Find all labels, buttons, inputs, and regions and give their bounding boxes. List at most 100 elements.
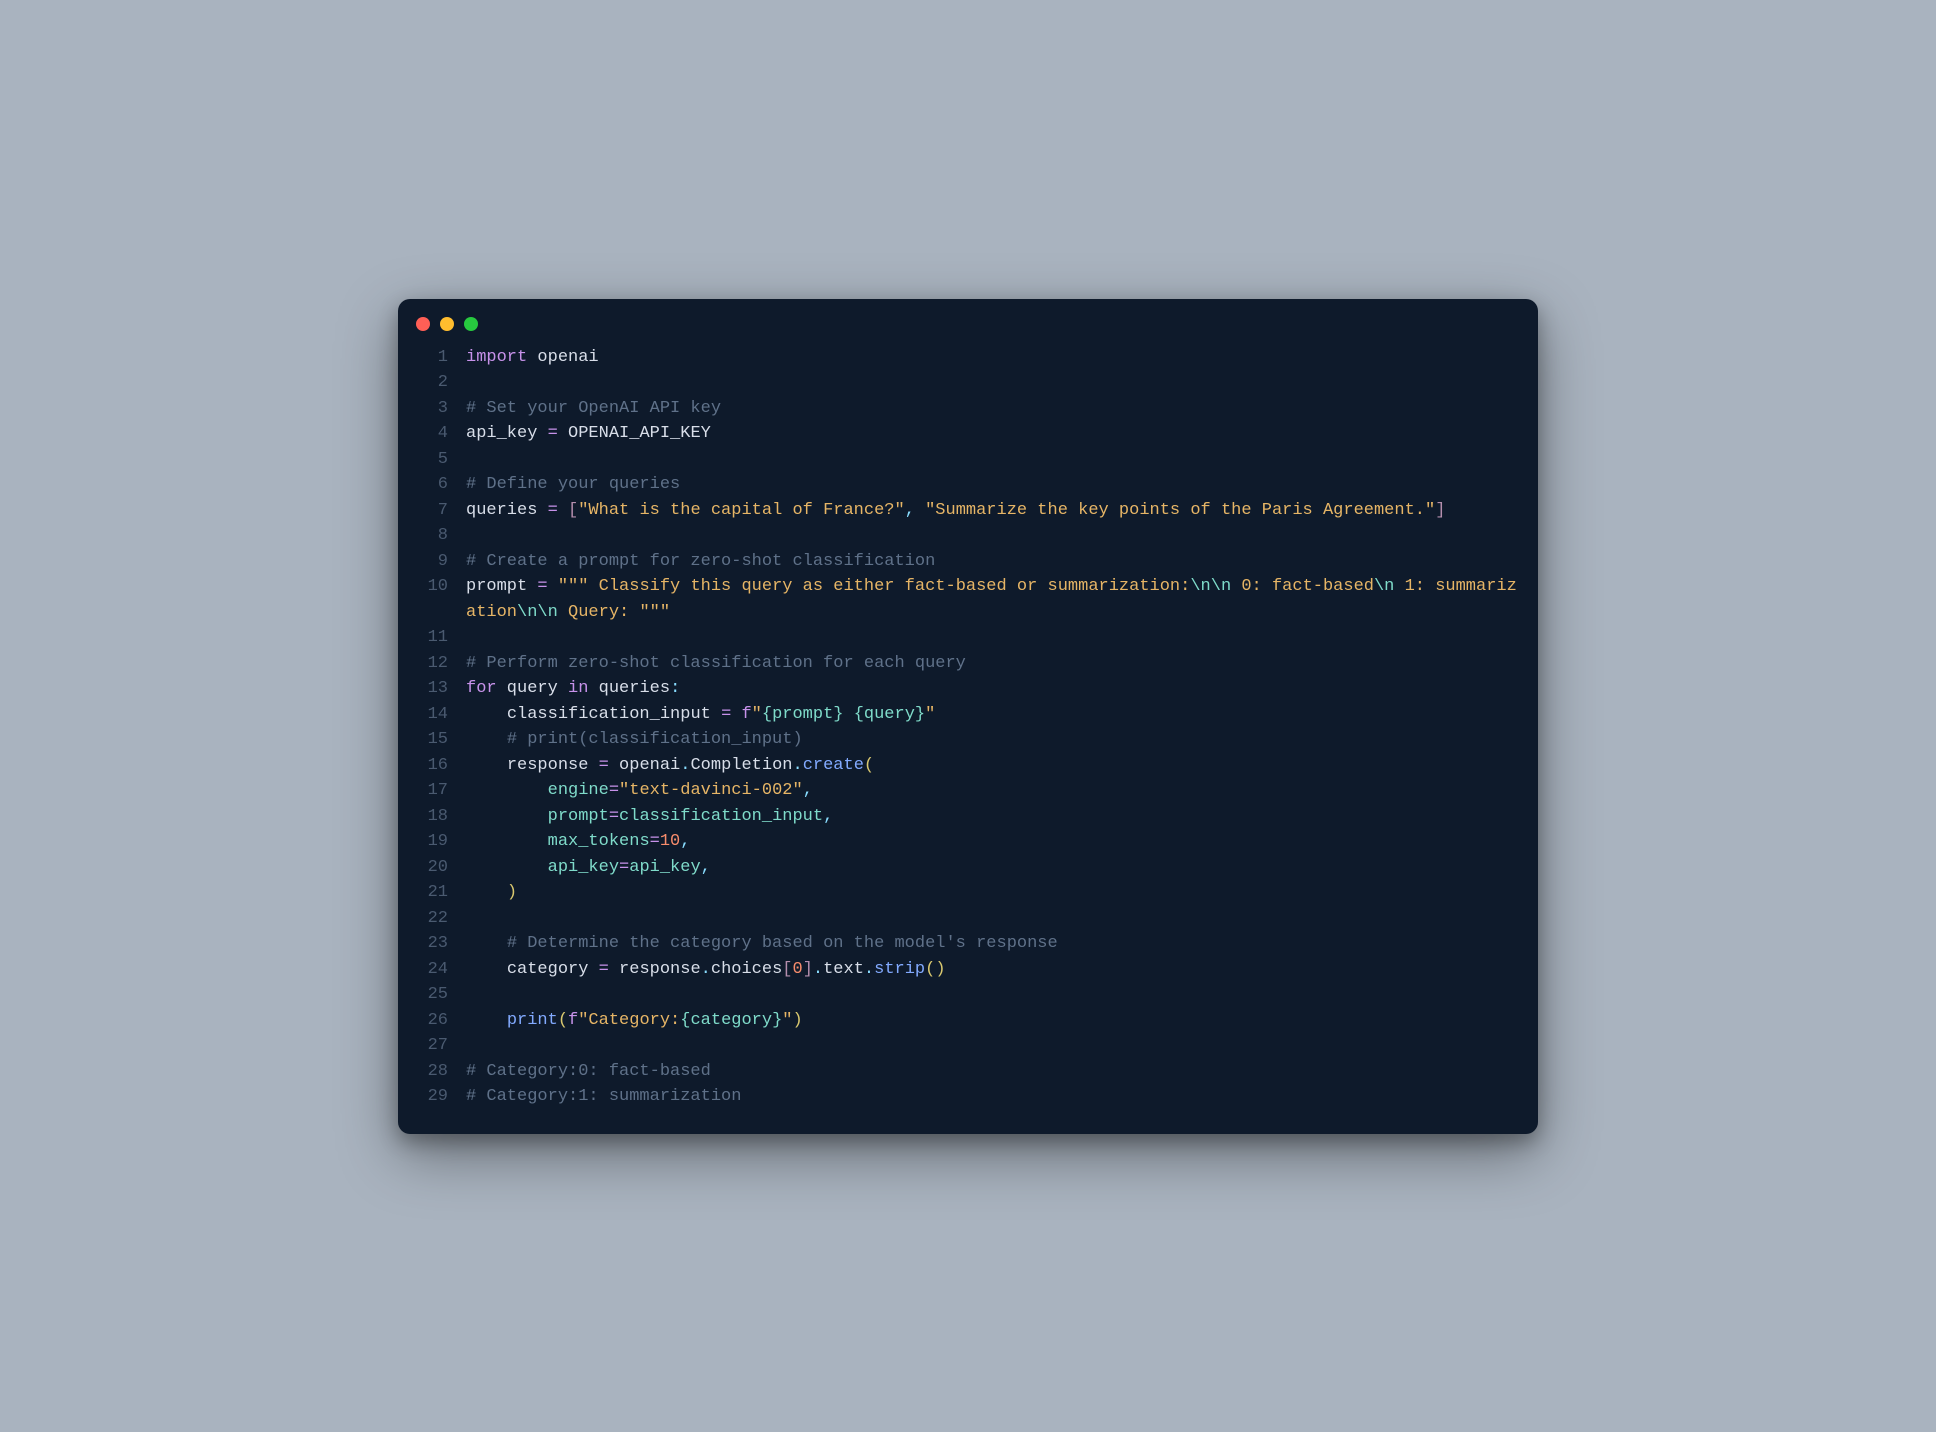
token-str: "Summarize the key points of the Paris A… xyxy=(925,501,1435,520)
line-number: 18 xyxy=(414,804,448,830)
line-content: ) xyxy=(448,880,1518,906)
line-content: for query in queries: xyxy=(448,676,1518,702)
token-id: queries xyxy=(466,501,548,520)
token-op: = xyxy=(609,807,619,826)
close-icon[interactable] xyxy=(416,317,430,331)
line-number: 23 xyxy=(414,931,448,957)
token-op: = xyxy=(619,858,629,877)
token-cmt: # Determine the category based on the mo… xyxy=(507,934,1058,953)
line-content: max_tokens=10, xyxy=(448,829,1518,855)
minimize-icon[interactable] xyxy=(440,317,454,331)
code-area[interactable]: 1import openai 23 # Set your OpenAI API ke… xyxy=(398,341,1538,1110)
code-line: 27 xyxy=(414,1033,1518,1059)
token-id: queries xyxy=(588,679,670,698)
code-line: 25 xyxy=(414,982,1518,1008)
token-num: 0 xyxy=(793,960,803,979)
zoom-icon[interactable] xyxy=(464,317,478,331)
token-id: OPENAI_API_KEY xyxy=(558,424,711,443)
line-number: 6 xyxy=(414,472,448,498)
line-number: 26 xyxy=(414,1008,448,1034)
code-line: 6 # Define your queries xyxy=(414,472,1518,498)
line-content: # print(classification_input) xyxy=(448,727,1518,753)
token-var: {category} xyxy=(680,1011,782,1030)
token-br: ] xyxy=(803,960,813,979)
line-content: api_key = OPENAI_API_KEY xyxy=(448,421,1518,447)
token-punc: , xyxy=(680,832,690,851)
line-content: import openai xyxy=(448,345,1518,371)
token-func: print xyxy=(507,1011,558,1030)
token-id xyxy=(466,807,548,826)
line-number: 17 xyxy=(414,778,448,804)
line-number: 25 xyxy=(414,982,448,1008)
token-id: classification_input xyxy=(466,705,721,724)
token-id xyxy=(466,730,507,749)
line-number: 7 xyxy=(414,498,448,524)
line-number: 5 xyxy=(414,447,448,473)
token-str xyxy=(844,705,854,724)
line-number: 15 xyxy=(414,727,448,753)
token-br: [ xyxy=(782,960,792,979)
token-kw: for xyxy=(466,679,497,698)
token-punc: , xyxy=(823,807,833,826)
line-content: # Define your queries xyxy=(448,472,1518,498)
token-id: prompt xyxy=(466,577,537,596)
line-content: # Set your OpenAI API key xyxy=(448,396,1518,422)
token-cmt: # Category:0: fact-based xyxy=(466,1062,711,1081)
code-line: 12# Perform zero-shot classification for… xyxy=(414,651,1518,677)
token-cmt: # Set your OpenAI API key xyxy=(466,399,721,418)
token-str: """ Classify this query as either fact-b… xyxy=(558,577,1191,596)
line-content: api_key=api_key, xyxy=(448,855,1518,881)
token-cmt: # Create a prompt for zero-shot classifi… xyxy=(466,552,935,571)
code-line: 26 print(f"Category:{category}") xyxy=(414,1008,1518,1034)
token-dot: . xyxy=(793,756,803,775)
token-str: 0: fact-based xyxy=(1231,577,1374,596)
token-id xyxy=(466,1011,507,1030)
code-line: 1import openai xyxy=(414,345,1518,371)
line-number: 1 xyxy=(414,345,448,371)
code-line: 16 response = openai.Completion.create( xyxy=(414,753,1518,779)
code-line: 13for query in queries: xyxy=(414,676,1518,702)
line-content: queries = ["What is the capital of Franc… xyxy=(448,498,1518,524)
code-line: 15 # print(classification_input) xyxy=(414,727,1518,753)
token-par: ( xyxy=(864,756,874,775)
code-line: 3# Set your OpenAI API key xyxy=(414,396,1518,422)
token-punc: , xyxy=(701,858,711,877)
line-number: 8 xyxy=(414,523,448,549)
token-br: ] xyxy=(1435,501,1445,520)
token-dot: . xyxy=(864,960,874,979)
line-content: category = response.choices[0].text.stri… xyxy=(448,957,1518,983)
line-number: 22 xyxy=(414,906,448,932)
token-op: = xyxy=(599,756,609,775)
line-content: prompt = """ Classify this query as eith… xyxy=(448,574,1518,625)
token-par: () xyxy=(925,960,945,979)
token-id: choices xyxy=(711,960,782,979)
token-op: = xyxy=(548,424,558,443)
line-content: # Category:0: fact-based xyxy=(448,1059,1518,1085)
code-line: 5 xyxy=(414,447,1518,473)
token-str: " xyxy=(782,1011,792,1030)
code-line: 4api_key = OPENAI_API_KEY xyxy=(414,421,1518,447)
code-line: 28# Category:0: fact-based xyxy=(414,1059,1518,1085)
token-str: " xyxy=(925,705,935,724)
token-op: = xyxy=(599,960,609,979)
line-content: # Category:1: summarization xyxy=(448,1084,1518,1110)
token-fstr: f xyxy=(568,1011,578,1030)
code-line: 20 api_key=api_key, xyxy=(414,855,1518,881)
token-kw: in xyxy=(568,679,588,698)
titlebar xyxy=(398,299,1538,341)
token-var: api_key xyxy=(629,858,700,877)
code-line: 23 # Determine the category based on the… xyxy=(414,931,1518,957)
token-op: = xyxy=(721,705,731,724)
code-line: 24 category = response.choices[0].text.s… xyxy=(414,957,1518,983)
line-number: 27 xyxy=(414,1033,448,1059)
line-number: 21 xyxy=(414,880,448,906)
token-id: Completion xyxy=(690,756,792,775)
line-content: prompt=classification_input, xyxy=(448,804,1518,830)
token-var: {query} xyxy=(854,705,925,724)
token-cmt: # Category:1: summarization xyxy=(466,1087,741,1106)
line-number: 14 xyxy=(414,702,448,728)
token-cmt: # Define your queries xyxy=(466,475,680,494)
line-number: 24 xyxy=(414,957,448,983)
token-var: prompt xyxy=(548,807,609,826)
token-op: = xyxy=(548,501,558,520)
